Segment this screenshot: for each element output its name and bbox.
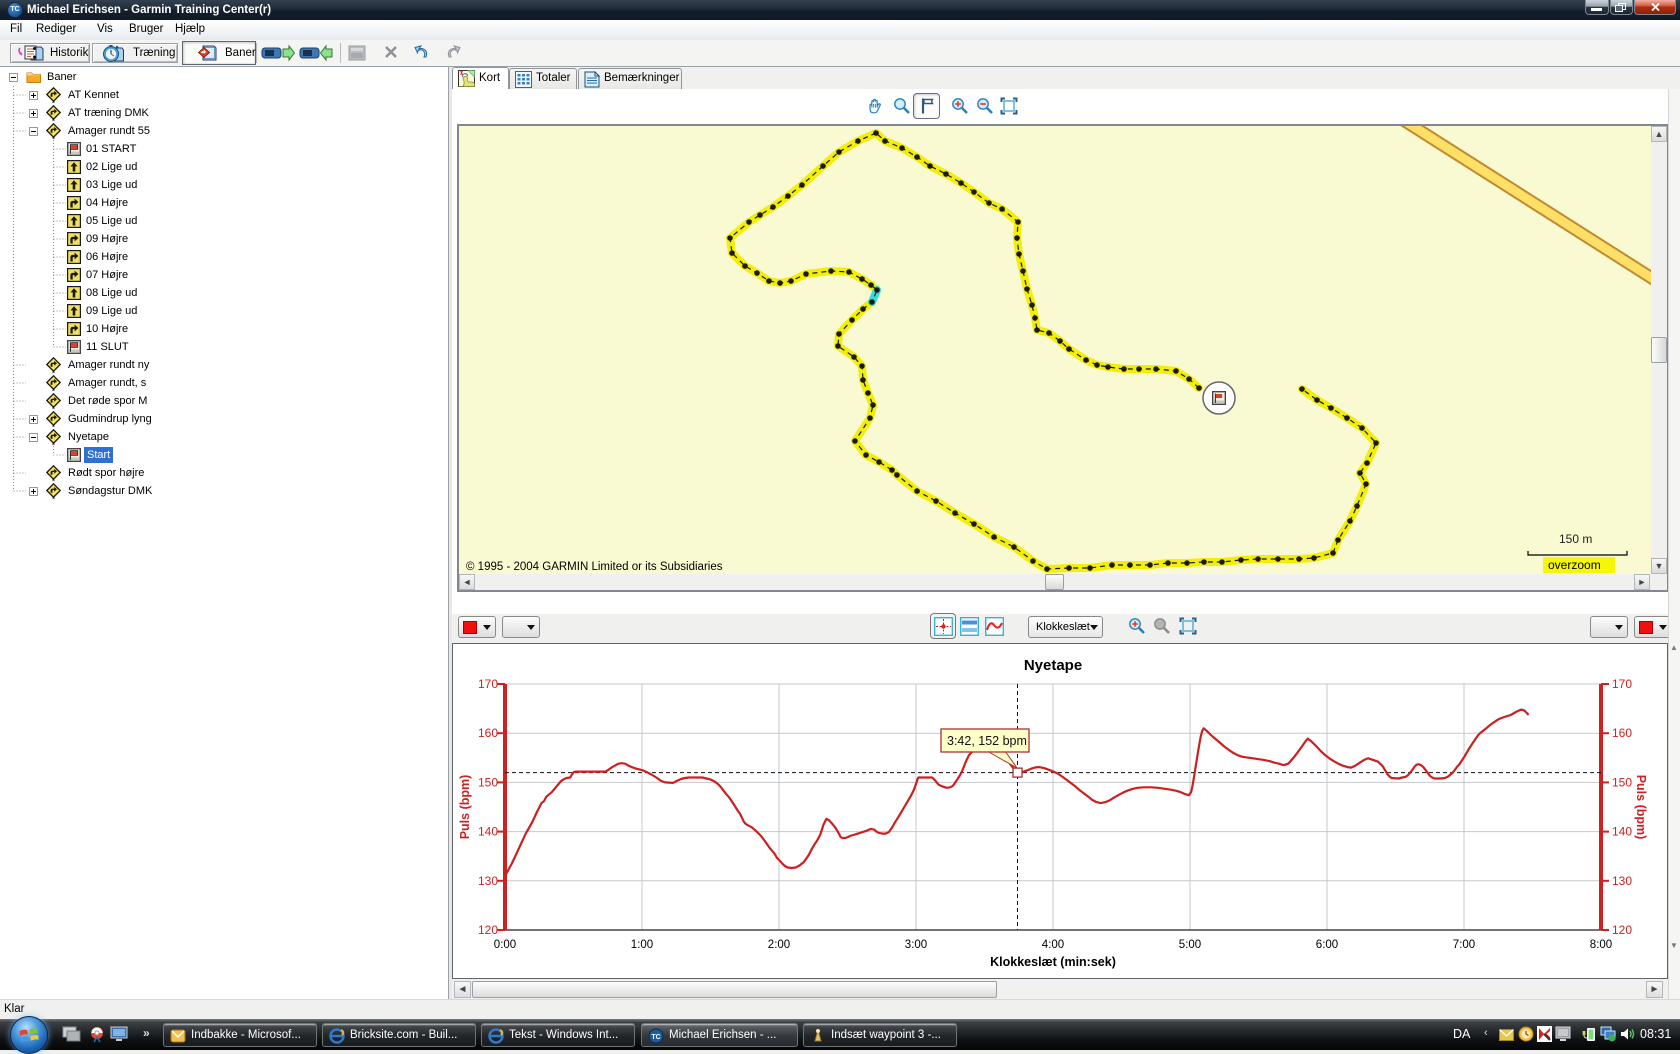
svg-text:2:00: 2:00 xyxy=(768,939,790,951)
svg-text:160: 160 xyxy=(1612,726,1632,740)
svg-text:160: 160 xyxy=(478,726,498,740)
svg-text:0:00: 0:00 xyxy=(494,939,516,951)
svg-text:6:00: 6:00 xyxy=(1316,939,1338,951)
svg-text:170: 170 xyxy=(478,677,498,691)
svg-text:Nyetape: Nyetape xyxy=(1024,657,1082,674)
svg-text:130: 130 xyxy=(478,874,498,888)
svg-text:150: 150 xyxy=(1612,775,1632,789)
svg-text:7:00: 7:00 xyxy=(1453,939,1475,951)
svg-text:140: 140 xyxy=(478,825,498,839)
svg-text:3:42, 152 bpm: 3:42, 152 bpm xyxy=(947,734,1027,748)
svg-text:1:00: 1:00 xyxy=(631,939,653,951)
svg-text:120: 120 xyxy=(478,923,498,937)
svg-text:overzoom: overzoom xyxy=(1548,558,1601,572)
svg-text:3:00: 3:00 xyxy=(905,939,927,951)
svg-text:TC: TC xyxy=(651,1034,660,1041)
svg-text:130: 130 xyxy=(1612,874,1632,888)
svg-text:Puls (bpm): Puls (bpm) xyxy=(458,775,472,840)
svg-text:140: 140 xyxy=(1612,825,1632,839)
svg-text:Puls (bpm): Puls (bpm) xyxy=(1634,775,1648,840)
svg-text:150 m: 150 m xyxy=(1559,532,1592,546)
svg-text:120: 120 xyxy=(1612,923,1632,937)
svg-text:© 1995 - 2004 GARMIN Limited o: © 1995 - 2004 GARMIN Limited or its Subs… xyxy=(466,561,723,573)
svg-text:4:00: 4:00 xyxy=(1042,939,1064,951)
svg-text:Klokkeslæt (min:sek): Klokkeslæt (min:sek) xyxy=(990,955,1116,969)
svg-text:170: 170 xyxy=(1612,677,1632,691)
svg-text:5:00: 5:00 xyxy=(1179,939,1201,951)
svg-text:150: 150 xyxy=(478,775,498,789)
svg-text:8:00: 8:00 xyxy=(1590,939,1612,951)
